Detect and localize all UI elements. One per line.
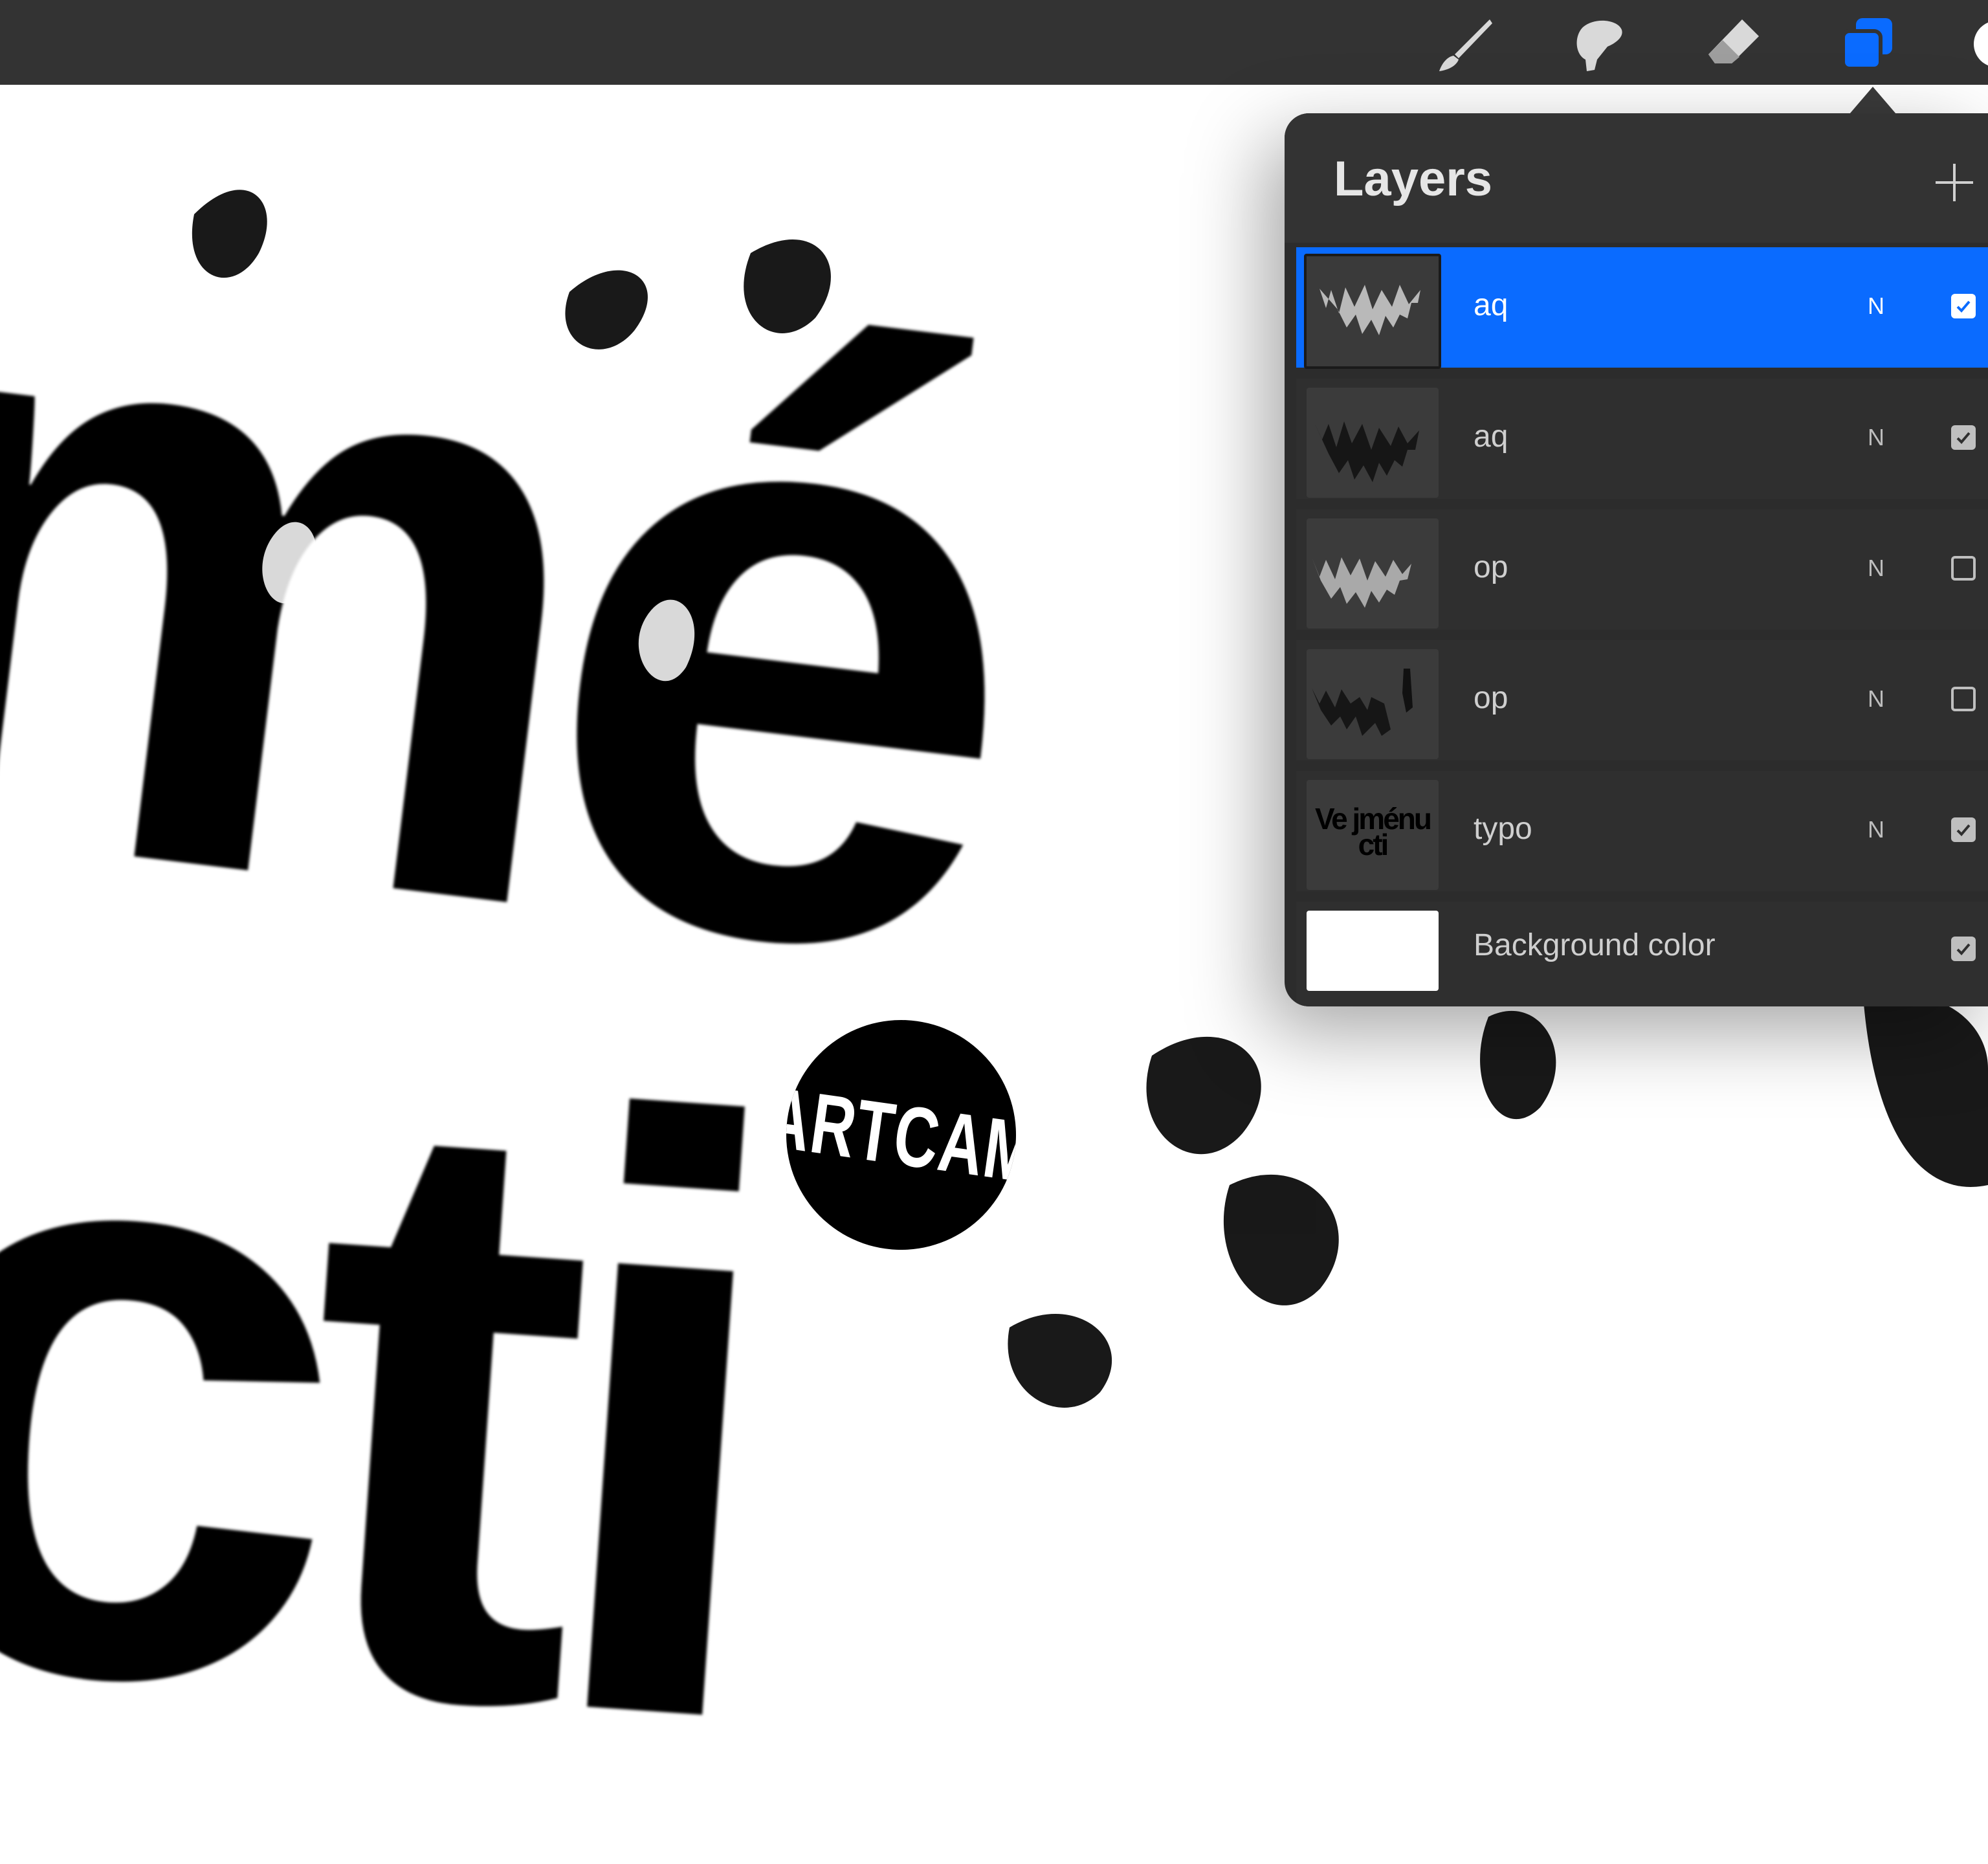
layer-name: aq [1474, 288, 1508, 322]
blend-mode[interactable]: N [1868, 293, 1884, 320]
blend-mode[interactable]: N [1868, 685, 1884, 713]
layers-panel-header: Layers [1285, 113, 1988, 243]
layers-tool-button[interactable] [1837, 14, 1896, 74]
blend-mode[interactable]: N [1868, 816, 1884, 843]
background-swatch [1307, 911, 1439, 991]
layer-row-background[interactable]: Background color [1296, 902, 1988, 1006]
check-icon [1956, 300, 1971, 313]
blend-mode[interactable]: N [1868, 555, 1884, 582]
color-swatch-icon [1974, 22, 1988, 66]
layers-panel: Layers aq N aq N op N op N Ve jménu cti … [1285, 113, 1988, 1006]
check-icon [1956, 432, 1971, 444]
visibility-checkbox[interactable] [1951, 937, 1976, 961]
layer-row[interactable]: aq N [1296, 379, 1988, 499]
panel-title: Layers [1334, 151, 1493, 206]
layer-name: Background color [1474, 928, 1716, 962]
layer-thumbnail [1307, 388, 1439, 498]
layer-row[interactable]: aq N [1296, 247, 1988, 369]
layer-thumbnail [1307, 518, 1439, 628]
blend-mode[interactable]: N [1868, 424, 1884, 451]
layer-row[interactable]: op N [1296, 640, 1988, 760]
visibility-checkbox[interactable] [1951, 687, 1976, 711]
layer-name: typo [1474, 812, 1532, 846]
layer-row[interactable]: Ve jménu cti typo N [1296, 771, 1988, 891]
check-icon [1956, 824, 1971, 836]
visibility-checkbox[interactable] [1951, 556, 1976, 581]
smudge-tool-button[interactable] [1569, 14, 1628, 74]
layer-thumbnail: Ve jménu cti [1307, 780, 1439, 890]
smudge-icon [1576, 20, 1622, 72]
visibility-checkbox[interactable] [1951, 817, 1976, 842]
visibility-checkbox[interactable] [1951, 294, 1976, 318]
layer-thumbnail [1307, 649, 1439, 759]
layer-row[interactable]: op N [1296, 509, 1988, 630]
plus-icon[interactable] [1932, 160, 1977, 205]
layers-icon [1841, 18, 1892, 71]
layer-name: aq [1474, 419, 1508, 454]
panel-pointer [1850, 87, 1896, 114]
layer-thumbnail [1304, 254, 1441, 369]
eraser-tool-button[interactable] [1703, 14, 1763, 74]
thumbnail-text: Ve jménu cti [1315, 802, 1432, 861]
brush-tool-button[interactable] [1435, 14, 1495, 74]
layer-name: op [1474, 550, 1508, 584]
top-toolbar [0, 0, 1988, 85]
eraser-icon [1708, 19, 1759, 63]
check-icon [1956, 943, 1971, 955]
brush-icon [1439, 19, 1492, 71]
layer-name: op [1474, 681, 1508, 715]
visibility-checkbox[interactable] [1951, 425, 1976, 450]
color-button[interactable] [1967, 14, 1988, 74]
